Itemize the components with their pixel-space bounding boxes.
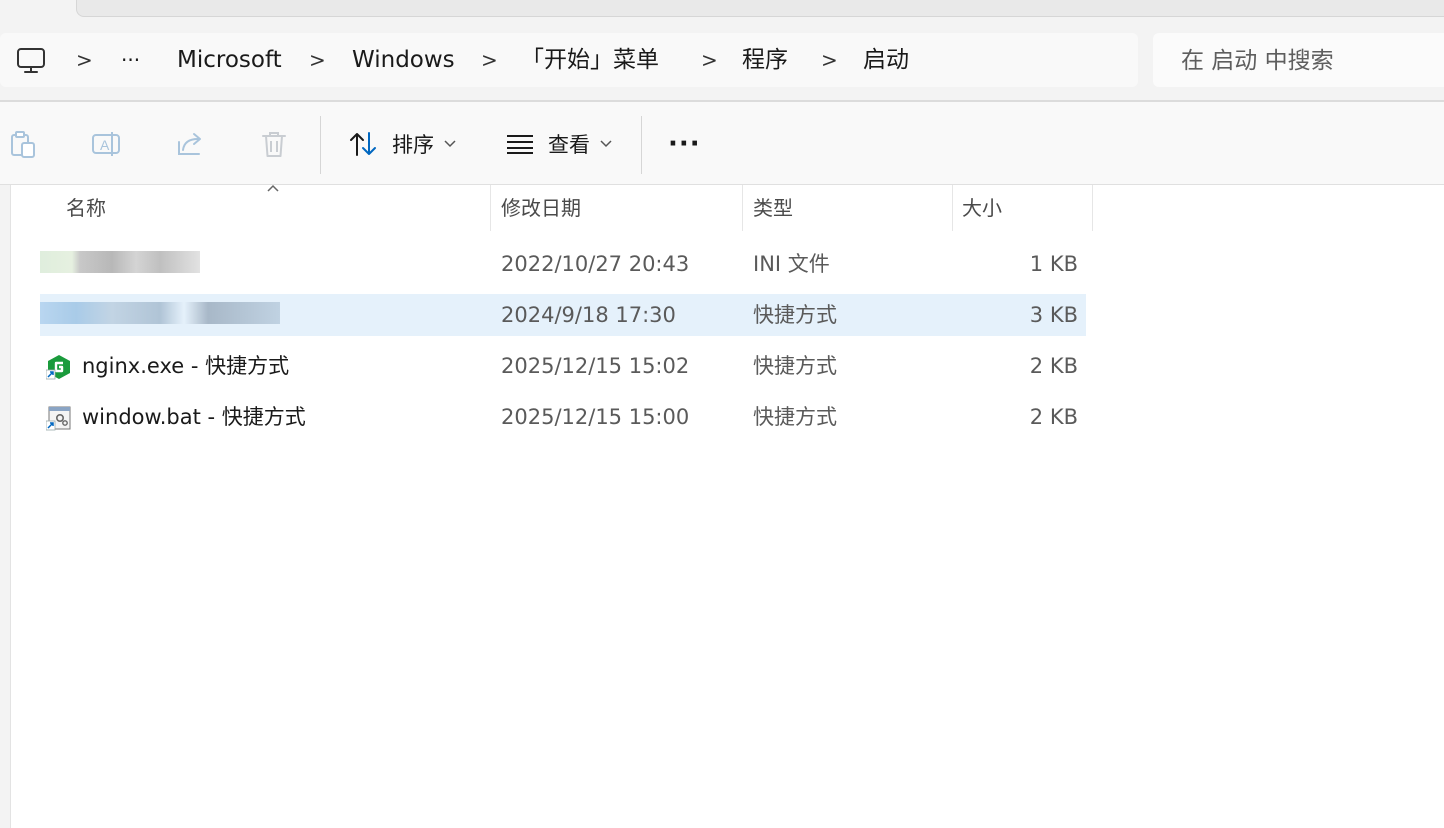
- more-options-button[interactable]: ···: [668, 122, 701, 166]
- svg-text:A: A: [100, 137, 110, 153]
- breadcrumb-item-programs[interactable]: 程序: [742, 33, 788, 87]
- title-strip: [0, 0, 1444, 30]
- file-size: 1 KB: [1029, 252, 1078, 276]
- delete-icon[interactable]: [258, 128, 290, 160]
- search-input[interactable]: [1179, 33, 1443, 89]
- file-name: nginx.exe - 快捷方式: [82, 354, 290, 378]
- file-type: INI 文件: [753, 252, 830, 276]
- address-row: > ··· Microsoft > Windows > 「开始」菜单 > 程序 …: [0, 30, 1444, 100]
- breadcrumb-separator[interactable]: >: [701, 33, 718, 87]
- column-header-name[interactable]: 名称: [66, 185, 106, 231]
- breadcrumb-item-startup[interactable]: 启动: [863, 33, 909, 87]
- column-header-size[interactable]: 大小: [962, 185, 1002, 231]
- sort-ascending-icon: [267, 184, 279, 192]
- file-row[interactable]: 2022/10/27 20:43 INI 文件 1 KB: [40, 243, 1086, 285]
- breadcrumb-overflow[interactable]: ···: [121, 33, 140, 87]
- toolbar-divider: [320, 116, 321, 174]
- breadcrumb-separator[interactable]: >: [481, 33, 498, 87]
- column-header-type[interactable]: 类型: [753, 185, 793, 231]
- file-row-selected[interactable]: 2024/9/18 17:30 快捷方式 3 KB: [40, 294, 1086, 336]
- file-row[interactable]: window.bat - 快捷方式 2025/12/15 15:00 快捷方式 …: [40, 396, 1086, 438]
- file-size: 2 KB: [1029, 405, 1078, 429]
- navigation-pane-edge: [0, 185, 11, 828]
- redacted-filename: [40, 251, 200, 273]
- sort-label: 排序: [392, 133, 434, 157]
- view-label: 查看: [548, 133, 590, 157]
- column-divider[interactable]: [1092, 185, 1093, 231]
- file-type: 快捷方式: [753, 405, 837, 429]
- sort-icon: [350, 132, 376, 156]
- breadcrumb-separator[interactable]: >: [76, 33, 93, 87]
- search-box[interactable]: [1153, 33, 1444, 89]
- sort-button[interactable]: 排序: [348, 122, 456, 166]
- redacted-filename: [40, 302, 280, 324]
- file-date: 2025/12/15 15:02: [501, 354, 690, 378]
- file-type: 快捷方式: [753, 303, 837, 327]
- share-icon[interactable]: [174, 128, 206, 160]
- file-size: 3 KB: [1029, 303, 1078, 327]
- breadcrumb-item-microsoft[interactable]: Microsoft: [177, 33, 282, 87]
- file-row[interactable]: nginx.exe - 快捷方式 2025/12/15 15:02 快捷方式 2…: [40, 345, 1086, 387]
- breadcrumb-separator[interactable]: >: [309, 33, 326, 87]
- nginx-icon: [46, 355, 70, 380]
- view-icon: [507, 135, 533, 154]
- toolbar-divider: [641, 116, 642, 174]
- column-divider[interactable]: [490, 185, 491, 231]
- chevron-down-icon: [600, 140, 612, 148]
- tab-edge: [76, 0, 1444, 17]
- batch-file-icon: [46, 406, 71, 431]
- breadcrumb-item-start-menu[interactable]: 「开始」菜单: [521, 33, 659, 87]
- chevron-down-icon: [444, 140, 456, 148]
- copy-icon[interactable]: [6, 128, 38, 160]
- column-header-date[interactable]: 修改日期: [501, 185, 581, 231]
- this-pc-icon[interactable]: [16, 47, 46, 75]
- breadcrumb[interactable]: > ··· Microsoft > Windows > 「开始」菜单 > 程序 …: [0, 33, 1138, 87]
- file-date: 2024/9/18 17:30: [501, 303, 676, 327]
- file-date: 2022/10/27 20:43: [501, 252, 690, 276]
- view-button[interactable]: 查看: [506, 122, 612, 166]
- column-divider[interactable]: [952, 185, 953, 231]
- file-list-pane: 名称 修改日期 类型 大小 2022/10/27 20:43 INI 文件 1 …: [0, 184, 1444, 828]
- rename-icon[interactable]: A: [90, 128, 122, 160]
- file-date: 2025/12/15 15:00: [501, 405, 690, 429]
- breadcrumb-separator[interactable]: >: [821, 33, 838, 87]
- file-size: 2 KB: [1029, 354, 1078, 378]
- column-divider[interactable]: [742, 185, 743, 231]
- file-name: window.bat - 快捷方式: [82, 405, 306, 429]
- command-bar: A 排序 查看 ···: [0, 102, 1444, 184]
- breadcrumb-item-windows[interactable]: Windows: [352, 33, 455, 87]
- file-type: 快捷方式: [753, 354, 837, 378]
